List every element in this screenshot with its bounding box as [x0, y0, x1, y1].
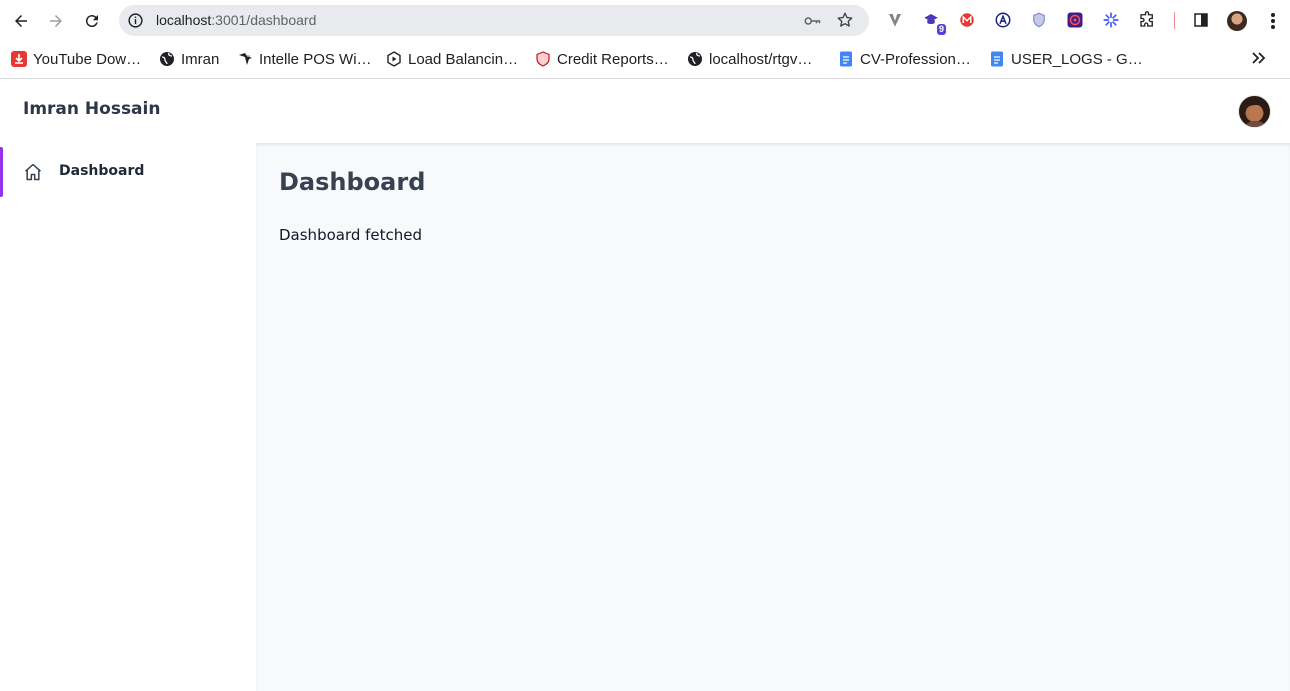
bookmark-item[interactable]: Imran — [159, 49, 219, 69]
back-button[interactable] — [8, 8, 34, 34]
avatar[interactable] — [1238, 95, 1271, 128]
bookmarks-bar: YouTube Dow… Imran Intelle POS Wi… Load … — [0, 41, 1290, 79]
sidebar-item-dashboard[interactable]: Dashboard — [0, 147, 256, 197]
download-icon — [11, 51, 27, 67]
shield-extension-icon[interactable] — [1030, 11, 1048, 29]
bookmark-label: Credit Reports… — [557, 50, 669, 68]
bookmark-label: Intelle POS Wi… — [259, 50, 372, 68]
puzzle-icon[interactable] — [1138, 11, 1156, 29]
chevron-double-right-icon[interactable] — [1250, 49, 1268, 67]
reload-button[interactable] — [79, 8, 105, 34]
hexagon-icon — [386, 51, 402, 67]
snowflake-extension-icon[interactable] — [1102, 11, 1120, 29]
globe-icon — [687, 51, 703, 67]
active-indicator — [0, 147, 3, 197]
a-circle-extension-icon[interactable] — [994, 11, 1012, 29]
brand-title: Imran Hossain — [23, 99, 161, 119]
reload-icon — [85, 15, 98, 28]
arrow-right-icon — [50, 15, 62, 27]
bookmark-label: localhost/rtgv… — [709, 50, 813, 68]
bookmark-item[interactable]: localhost/rtgv… — [687, 49, 812, 69]
bookmark-label: CV-Profession… — [860, 50, 971, 68]
bookmark-item[interactable]: YouTube Dow… — [11, 49, 141, 69]
globe-icon — [159, 51, 175, 67]
toolbar-divider — [1174, 12, 1175, 29]
app-header: Imran Hossain — [0, 80, 1290, 143]
bookmark-item[interactable]: CV-Profession… — [838, 49, 971, 69]
main-content: Dashboard Dashboard fetched — [256, 143, 1290, 691]
user-avatar-image — [1244, 99, 1267, 127]
browser-profile-avatar[interactable] — [1227, 11, 1247, 31]
page-title: Dashboard — [279, 168, 426, 196]
nine-badge-extension-icon[interactable]: 9 — [922, 11, 946, 35]
url-path: :3001/dashboard — [211, 12, 317, 28]
url-text[interactable]: localhost:3001/dashboard — [156, 12, 316, 28]
kebab-menu-icon[interactable] — [1265, 11, 1281, 31]
sidebar: Dashboard — [0, 143, 256, 691]
bookmark-item[interactable]: Credit Reports… — [535, 49, 669, 69]
sidebar-item-label: Dashboard — [59, 163, 145, 179]
forward-button[interactable] — [43, 8, 69, 34]
address-bar[interactable]: localhost:3001/dashboard — [119, 5, 869, 36]
bookmark-label: YouTube Dow… — [33, 50, 142, 68]
status-message: Dashboard fetched — [279, 226, 423, 244]
bookmark-label: Imran — [181, 50, 220, 68]
bookmark-label: Load Balancin… — [408, 50, 519, 68]
doc-icon — [838, 51, 854, 67]
side-panel-icon[interactable] — [1192, 11, 1210, 29]
url-host: localhost — [156, 12, 212, 28]
bird-icon — [237, 51, 253, 67]
bookmark-item[interactable]: USER_LOGS - G… — [989, 49, 1143, 69]
bookmark-item[interactable]: Load Balancin… — [386, 49, 518, 69]
vimium-icon[interactable] — [886, 11, 904, 29]
arrow-left-icon — [15, 15, 27, 27]
star-icon[interactable] — [836, 11, 854, 29]
doc-icon — [989, 51, 1005, 67]
target-extension-icon[interactable] — [1066, 11, 1084, 29]
bookmark-item[interactable]: Intelle POS Wi… — [237, 49, 372, 69]
key-icon[interactable] — [803, 12, 821, 30]
bookmark-label: USER_LOGS - G… — [1011, 50, 1143, 68]
browser-toolbar: localhost:3001/dashboard 9 — [0, 0, 1290, 41]
shield-icon — [535, 51, 551, 67]
m-extension-icon[interactable] — [958, 11, 976, 29]
info-icon[interactable] — [127, 12, 144, 29]
home-icon — [25, 163, 41, 181]
extension-badge: 9 — [936, 24, 946, 35]
